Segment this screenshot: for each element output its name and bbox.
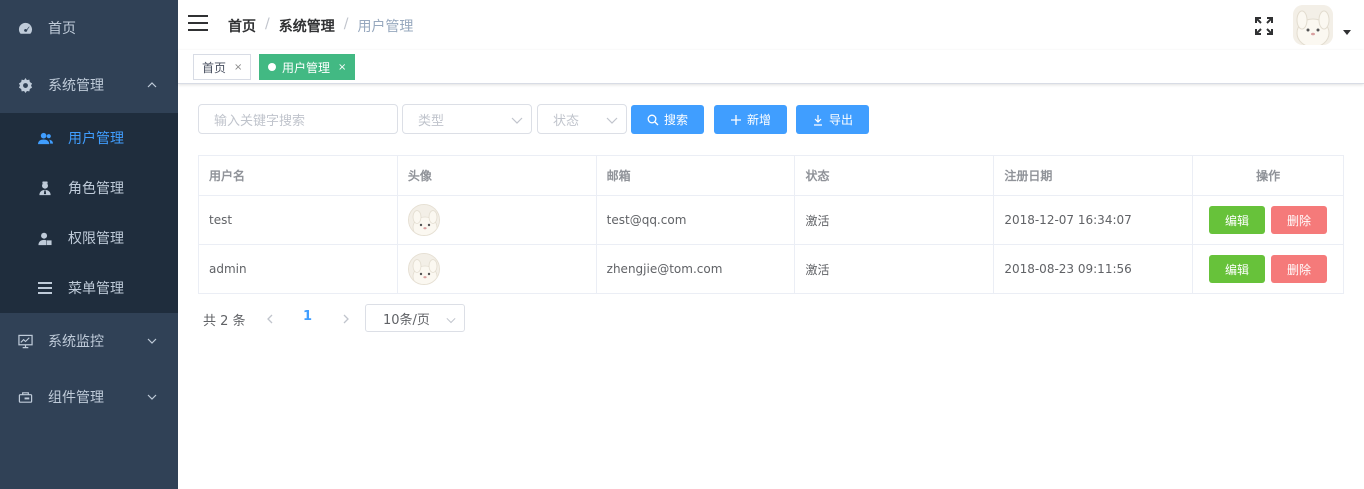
status-select[interactable]: 状态 xyxy=(537,104,627,134)
dashboard-icon xyxy=(17,20,33,36)
tag-label: 用户管理 xyxy=(282,60,331,75)
status-cell: 激活 xyxy=(795,245,995,294)
submenu: 用户管理 角色管理 权限管理 菜单管理 xyxy=(0,113,178,313)
active-dot xyxy=(268,63,276,71)
chevron-down-icon xyxy=(146,335,158,347)
plus-icon xyxy=(730,114,741,125)
sidebar-item-label: 系统监控 xyxy=(48,334,104,350)
avatar xyxy=(407,253,440,285)
close-icon[interactable]: × xyxy=(234,62,242,73)
column-header: 头像 xyxy=(397,156,597,196)
username-cell: admin xyxy=(199,245,398,294)
username-cell: test xyxy=(199,196,398,245)
sidebar-item-label: 组件管理 xyxy=(48,390,104,406)
user-icon xyxy=(37,130,53,146)
avatar-cell xyxy=(397,196,597,245)
tag-label: 首页 xyxy=(202,60,227,75)
page-size-select[interactable]: 10条/页 xyxy=(365,304,465,332)
caret-down-icon[interactable] xyxy=(1343,30,1351,35)
sidebar-item-system-monitor[interactable]: 系统监控 xyxy=(0,313,178,369)
chevron-up-icon xyxy=(146,79,158,91)
actions-cell: 编辑 删除 xyxy=(1193,196,1344,245)
column-header: 用户名 xyxy=(199,156,398,196)
sidebar-item-label: 权限管理 xyxy=(68,231,124,247)
column-header: 状态 xyxy=(795,156,995,196)
download-icon xyxy=(813,114,822,126)
sidebar-item-label: 角色管理 xyxy=(68,181,124,197)
navbar: 首页 / 系统管理 / 用户管理 xyxy=(178,0,1364,50)
component-icon xyxy=(17,389,33,405)
sidebar-item-label: 首页 xyxy=(48,21,76,37)
avatar xyxy=(407,204,440,236)
column-header: 邮箱 xyxy=(596,156,796,196)
page-number[interactable]: 1 xyxy=(303,309,312,324)
avatar[interactable] xyxy=(1293,5,1333,45)
table-header: 用户名 头像 邮箱 状态 注册日期 操作 xyxy=(199,156,1344,196)
breadcrumb: 首页 / 系统管理 / 用户管理 xyxy=(228,16,414,36)
date-cell: 2018-12-07 16:34:07 xyxy=(994,196,1194,245)
monitor-icon xyxy=(17,333,33,349)
type-select[interactable]: 类型 xyxy=(402,104,532,134)
edit-button[interactable]: 编辑 xyxy=(1209,255,1266,283)
table-row: test test@qq.com 激活 2018-12-07 16:34:07 … xyxy=(199,196,1344,245)
avatar-cell xyxy=(397,245,597,294)
sidebar-item-menu-management[interactable]: 菜单管理 xyxy=(0,263,178,313)
role-icon xyxy=(37,180,53,196)
column-header: 操作 xyxy=(1193,156,1344,196)
gear-icon xyxy=(17,77,33,93)
sidebar-item-label: 菜单管理 xyxy=(68,281,124,297)
menu-icon xyxy=(37,280,53,296)
close-icon[interactable]: × xyxy=(338,62,346,73)
delete-button[interactable]: 删除 xyxy=(1271,255,1328,283)
chevron-right-icon[interactable] xyxy=(341,313,351,324)
sidebar-item-user-management[interactable]: 用户管理 xyxy=(0,113,178,163)
chevron-down-icon xyxy=(446,314,456,324)
hamburger-icon[interactable] xyxy=(188,15,208,33)
chevron-down-icon xyxy=(146,391,158,403)
sidebar-item-system-management[interactable]: 系统管理 xyxy=(0,57,178,113)
search-icon xyxy=(647,114,659,125)
breadcrumb-current: 用户管理 xyxy=(357,19,414,35)
table-row: admin zhengjie@tom.com 激活 2018-08-23 09:… xyxy=(199,245,1344,294)
actions-cell: 编辑 删除 xyxy=(1193,245,1344,294)
permission-icon xyxy=(37,230,53,246)
breadcrumb-item[interactable]: 首页 xyxy=(228,16,256,36)
sidebar-item-permission-management[interactable]: 权限管理 xyxy=(0,213,178,263)
email-cell: test@qq.com xyxy=(596,196,796,245)
delete-button[interactable]: 删除 xyxy=(1271,206,1328,234)
sidebar-item-label: 系统管理 xyxy=(48,78,104,94)
chevron-left-icon[interactable] xyxy=(265,313,275,324)
tag-user-management[interactable]: 用户管理 × xyxy=(259,54,356,80)
edit-button[interactable]: 编辑 xyxy=(1209,206,1266,234)
tag-home[interactable]: 首页 × xyxy=(193,54,252,80)
sidebar-item-home[interactable]: 首页 xyxy=(0,0,178,56)
add-button[interactable]: 新增 xyxy=(714,105,787,134)
email-cell: zhengjie@tom.com xyxy=(596,245,796,294)
search-button[interactable]: 搜索 xyxy=(631,105,704,134)
chevron-down-icon xyxy=(606,114,618,124)
sidebar-item-label: 用户管理 xyxy=(68,131,124,147)
sidebar-item-role-management[interactable]: 角色管理 xyxy=(0,163,178,213)
fullscreen-icon[interactable] xyxy=(1254,16,1274,36)
sidebar-item-component-management[interactable]: 组件管理 xyxy=(0,369,178,425)
user-table: 用户名 头像 邮箱 状态 注册日期 操作 test test@qq.com 激活… xyxy=(198,155,1344,294)
column-header: 注册日期 xyxy=(994,156,1194,196)
date-cell: 2018-08-23 09:11:56 xyxy=(994,245,1194,294)
tags-view: 首页 × 用户管理 × xyxy=(178,50,1364,84)
breadcrumb-item[interactable]: 系统管理 xyxy=(279,16,335,36)
status-cell: 激活 xyxy=(795,196,995,245)
pagination-total: 共 2 条 xyxy=(203,314,246,329)
export-button[interactable]: 导出 xyxy=(796,105,869,134)
sidebar: 首页 系统管理 用户管理 角色管理 权限管理 菜单管理 系统监控 组件管理 xyxy=(0,0,178,489)
search-input[interactable]: 输入关键字搜索 xyxy=(198,104,398,134)
chevron-down-icon xyxy=(511,114,523,124)
